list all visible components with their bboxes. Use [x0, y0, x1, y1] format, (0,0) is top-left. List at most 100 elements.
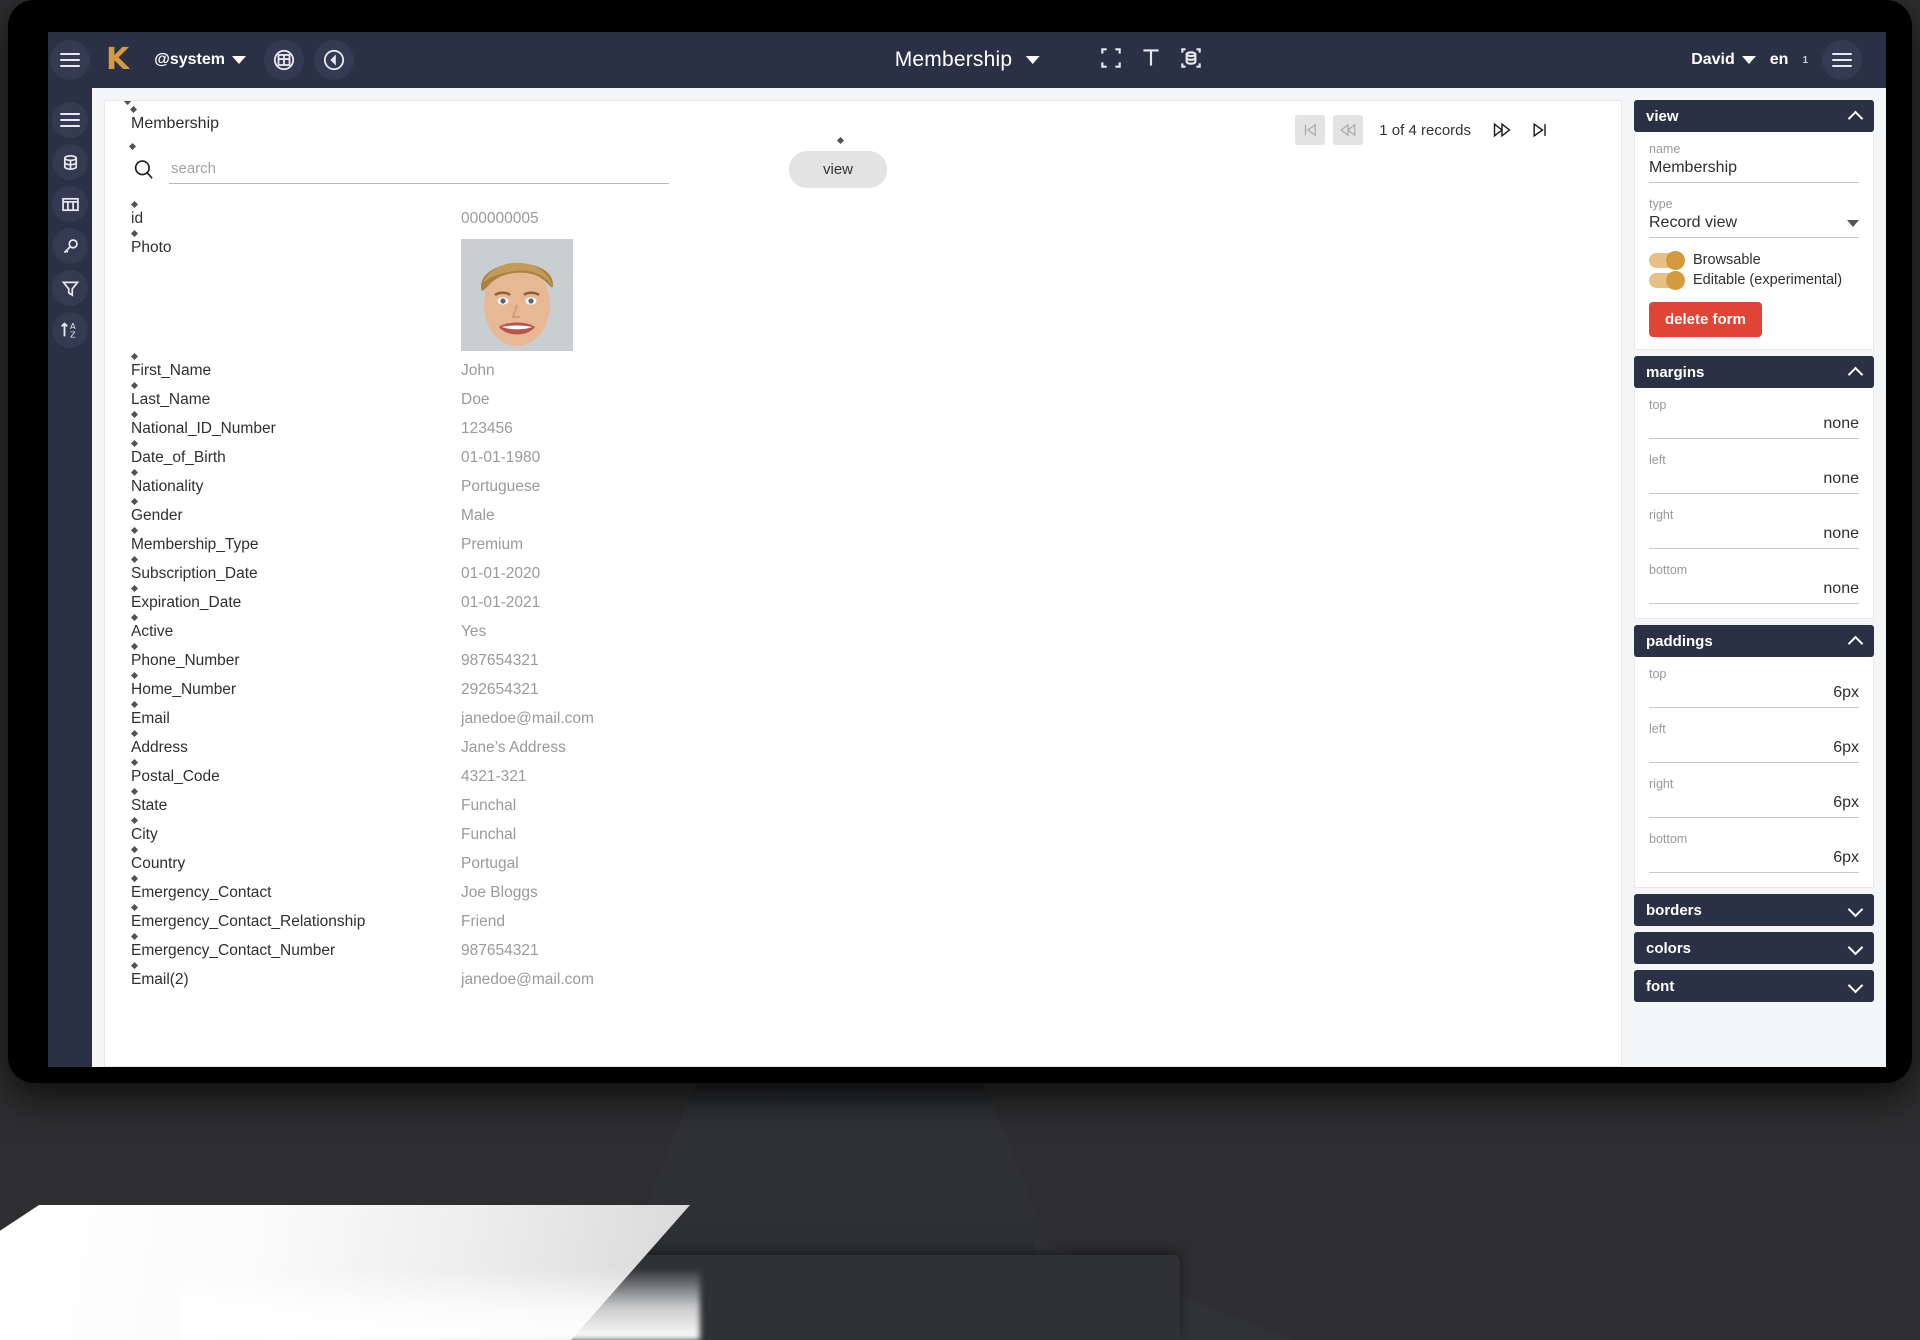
record-field-value[interactable]: Male — [461, 507, 495, 525]
drag-handle-icon[interactable] — [131, 556, 138, 563]
view-button[interactable]: view — [789, 151, 888, 188]
margin-right-field[interactable]: right none — [1649, 508, 1859, 549]
record-field-value[interactable]: Funchal — [461, 797, 516, 815]
editable-toggle[interactable] — [1649, 270, 1685, 290]
record-field-label[interactable]: Emergency_Contact_Number — [131, 933, 461, 960]
right-menu-button[interactable] — [1822, 40, 1862, 80]
browsable-toggle[interactable] — [1649, 250, 1685, 270]
drag-handle-icon[interactable] — [131, 846, 138, 853]
record-field-label[interactable]: Country — [131, 846, 461, 873]
record-field-value[interactable]: Yes — [461, 623, 486, 641]
search-input[interactable] — [169, 155, 669, 184]
record-field-value[interactable]: 01-01-2021 — [461, 594, 540, 612]
record-field-label[interactable]: Date_of_Birth — [131, 440, 461, 467]
first-page-button[interactable] — [1295, 115, 1326, 145]
margin-bottom-value[interactable]: none — [1649, 580, 1859, 604]
margin-top-field[interactable]: top none — [1649, 398, 1859, 439]
view-type-field[interactable]: type Record view — [1649, 197, 1859, 238]
user-menu[interactable]: David — [1691, 51, 1756, 69]
drag-handle-icon[interactable] — [131, 962, 138, 969]
record-field-label[interactable]: Gender — [131, 498, 461, 525]
record-field-value[interactable]: 987654321 — [461, 942, 539, 960]
record-field-label[interactable]: Active — [131, 614, 461, 641]
record-field-value[interactable]: 000000005 — [461, 210, 539, 228]
record-field-label[interactable]: Email — [131, 701, 461, 728]
record-field-label[interactable]: Expiration_Date — [131, 585, 461, 612]
sidebar-item-keys[interactable] — [52, 228, 88, 264]
chevron-down-icon[interactable] — [1849, 980, 1862, 993]
chevron-down-icon[interactable] — [1849, 904, 1862, 917]
record-field-value[interactable]: Portugal — [461, 855, 519, 873]
language-selector[interactable]: en — [1770, 51, 1789, 69]
prev-page-button[interactable] — [1333, 115, 1364, 145]
record-field-value[interactable]: Jane’s Address — [461, 739, 566, 757]
chevron-down-icon[interactable] — [1849, 942, 1862, 955]
drag-handle-icon[interactable] — [131, 875, 138, 882]
record-field-label[interactable]: City — [131, 817, 461, 844]
record-field-label[interactable]: Photo — [131, 230, 461, 257]
main-menu-button[interactable] — [50, 40, 90, 80]
drag-handle-icon[interactable] — [131, 614, 138, 621]
record-field-label[interactable]: Membership_Type — [131, 527, 461, 554]
drag-handle-icon[interactable] — [131, 701, 138, 708]
section-view-header[interactable]: view — [1634, 100, 1874, 132]
drag-handle-icon[interactable] — [131, 230, 138, 237]
section-paddings-header[interactable]: paddings — [1634, 625, 1874, 657]
padding-bottom-value[interactable]: 6px — [1649, 849, 1859, 873]
sidebar-item-table[interactable] — [52, 186, 88, 222]
margin-top-value[interactable]: none — [1649, 415, 1859, 439]
record-field-value[interactable]: Doe — [461, 391, 489, 409]
margin-right-value[interactable]: none — [1649, 525, 1859, 549]
record-field-label[interactable]: Last_Name — [131, 382, 461, 409]
record-field-value[interactable]: John — [461, 362, 495, 380]
record-field-label[interactable]: id — [131, 201, 461, 228]
drag-handle-icon[interactable] — [131, 672, 138, 679]
browsable-toggle-row[interactable]: Browsable — [1649, 250, 1859, 270]
text-tool-button[interactable] — [1138, 45, 1164, 76]
record-field-value[interactable]: 01-01-1980 — [461, 449, 540, 467]
margin-left-value[interactable]: none — [1649, 470, 1859, 494]
chevron-up-icon[interactable] — [1849, 110, 1862, 123]
editable-toggle-row[interactable]: Editable (experimental) — [1649, 270, 1859, 290]
record-field-value[interactable]: Premium — [461, 536, 523, 554]
padding-left-field[interactable]: left 6px — [1649, 722, 1859, 763]
margin-bottom-field[interactable]: bottom none — [1649, 563, 1859, 604]
padding-left-value[interactable]: 6px — [1649, 739, 1859, 763]
section-borders-header[interactable]: borders — [1634, 894, 1874, 926]
drag-handle-icon[interactable] — [131, 353, 138, 360]
drag-handle-icon[interactable] — [131, 527, 138, 534]
drag-handle-icon[interactable] — [131, 759, 138, 766]
grid-view-button[interactable] — [264, 40, 304, 80]
record-field-label[interactable]: First_Name — [131, 353, 461, 380]
record-field-value[interactable]: 4321-321 — [461, 768, 527, 786]
drag-handle-icon[interactable] — [131, 411, 138, 418]
chevron-up-icon[interactable] — [1849, 635, 1862, 648]
view-type-select[interactable]: Record view — [1649, 214, 1859, 238]
record-field-value[interactable]: Funchal — [461, 826, 516, 844]
record-field-value[interactable]: 123456 — [461, 420, 513, 438]
chevron-up-icon[interactable] — [1849, 366, 1862, 379]
drag-handle-icon[interactable] — [131, 382, 138, 389]
fullscreen-button[interactable] — [1098, 45, 1124, 76]
app-logo[interactable]: K — [106, 45, 129, 75]
drag-handle-icon[interactable] — [131, 904, 138, 911]
sidebar-item-menu[interactable] — [52, 102, 88, 138]
system-selector[interactable]: @system — [154, 51, 246, 69]
padding-right-value[interactable]: 6px — [1649, 794, 1859, 818]
section-margins-header[interactable]: margins — [1634, 356, 1874, 388]
record-field-label[interactable]: Address — [131, 730, 461, 757]
drag-handle-icon[interactable] — [131, 817, 138, 824]
section-font-header[interactable]: font — [1634, 970, 1874, 1002]
record-field-label[interactable]: Emergency_Contact — [131, 875, 461, 902]
record-field-value[interactable]: janedoe@mail.com — [461, 710, 594, 728]
drag-handle-icon[interactable] — [130, 106, 137, 113]
delete-form-button[interactable]: delete form — [1649, 302, 1762, 337]
drag-handle-icon[interactable] — [131, 469, 138, 476]
chevron-down-icon[interactable] — [1847, 219, 1859, 227]
drag-handle-icon[interactable] — [131, 440, 138, 447]
padding-top-field[interactable]: top 6px — [1649, 667, 1859, 708]
record-field-value[interactable]: Portuguese — [461, 478, 540, 496]
record-field-label[interactable]: Postal_Code — [131, 759, 461, 786]
last-page-button[interactable] — [1525, 115, 1555, 145]
record-field-label[interactable]: Home_Number — [131, 672, 461, 699]
